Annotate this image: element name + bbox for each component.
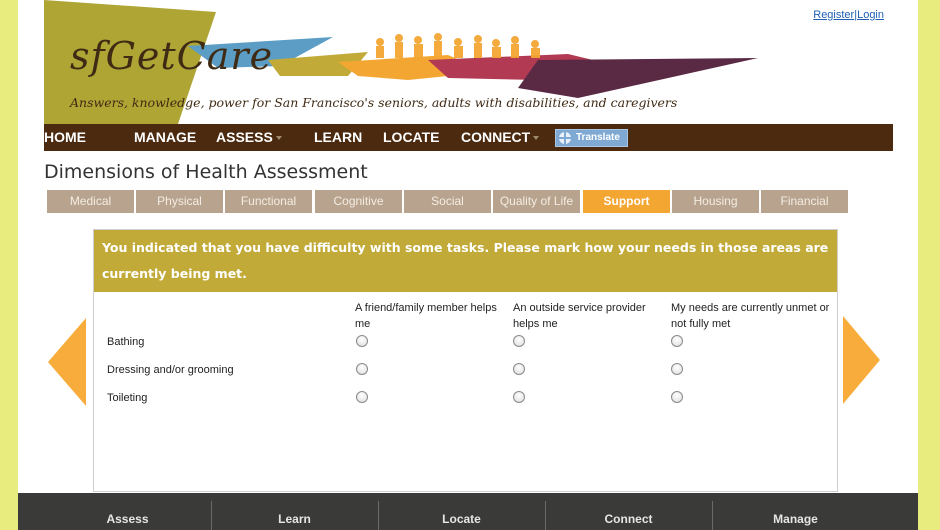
footer-connect[interactable]: Connect xyxy=(545,493,712,530)
tab-support[interactable]: Support xyxy=(583,190,670,213)
tab-medical[interactable]: Medical xyxy=(47,190,134,213)
radio-bathing-friend[interactable] xyxy=(356,335,368,347)
nav-learn-label: LEARN xyxy=(314,129,363,145)
header-banner: sfGetCare Answers, knowledge, power for … xyxy=(18,0,918,124)
next-arrow-icon[interactable] xyxy=(843,316,880,404)
column-header-provider: An outside service provider helps me xyxy=(513,302,646,330)
translate-button[interactable]: Translate xyxy=(555,129,628,147)
nav-home[interactable]: HOME xyxy=(44,124,86,151)
footer-learn[interactable]: Learn xyxy=(211,493,378,530)
nav-locate-label: LOCATE xyxy=(383,129,440,145)
column-header-friend: A friend/family member helps me xyxy=(355,302,497,330)
tab-social[interactable]: Social xyxy=(404,190,491,213)
nav-home-label: HOME xyxy=(44,129,86,145)
register-link[interactable]: Register xyxy=(813,9,854,21)
nav-assess-label: ASSESS xyxy=(216,129,273,145)
support-panel: You indicated that you have difficulty w… xyxy=(93,229,838,492)
footer-manage[interactable]: Manage xyxy=(712,493,879,530)
auth-links: Register|Login xyxy=(813,9,884,21)
row-label-dressing: Dressing and/or grooming xyxy=(107,364,234,376)
nav-connect-label: CONNECT xyxy=(461,129,531,145)
footer-nav: Assess Learn Locate Connect Manage xyxy=(18,493,918,530)
nav-assess[interactable]: ASSESS xyxy=(216,124,282,151)
main-nav: HOME MANAGE ASSESS LEARN LOCATE CONNECT … xyxy=(44,124,893,151)
radio-bathing-provider[interactable] xyxy=(513,335,525,347)
nav-learn[interactable]: LEARN xyxy=(314,124,362,151)
nav-connect[interactable]: CONNECT xyxy=(461,124,540,151)
footer-assess[interactable]: Assess xyxy=(44,493,211,530)
login-link[interactable]: Login xyxy=(857,9,884,21)
radio-dressing-unmet[interactable] xyxy=(671,363,683,375)
chevron-down-icon xyxy=(533,136,540,141)
radio-toileting-provider[interactable] xyxy=(513,391,525,403)
row-label-toileting: Toileting xyxy=(107,392,148,404)
nav-locate[interactable]: LOCATE xyxy=(383,124,440,151)
tab-functional[interactable]: Functional xyxy=(225,190,312,213)
radio-bathing-unmet[interactable] xyxy=(671,335,683,347)
tab-physical[interactable]: Physical xyxy=(136,190,223,213)
translate-label: Translate xyxy=(576,132,620,143)
site-logo[interactable]: sfGetCare xyxy=(70,34,273,78)
page: sfGetCare Answers, knowledge, power for … xyxy=(18,0,918,530)
radio-dressing-provider[interactable] xyxy=(513,363,525,375)
radio-toileting-unmet[interactable] xyxy=(671,391,683,403)
row-label-bathing: Bathing xyxy=(107,336,145,348)
site-tagline: Answers, knowledge, power for San Franci… xyxy=(70,95,678,110)
previous-arrow-icon[interactable] xyxy=(48,318,86,406)
column-header-unmet: My needs are currently unmet or not full… xyxy=(671,302,830,330)
tab-quality-of-life[interactable]: Quality of Life xyxy=(493,190,580,213)
nav-manage[interactable]: MANAGE xyxy=(134,124,196,151)
tab-cognitive[interactable]: Cognitive xyxy=(315,190,402,213)
page-title: Dimensions of Health Assessment xyxy=(44,161,368,183)
nav-manage-label: MANAGE xyxy=(134,129,197,145)
tab-financial[interactable]: Financial xyxy=(761,190,848,213)
radio-toileting-friend[interactable] xyxy=(356,391,368,403)
tab-housing[interactable]: Housing xyxy=(672,190,759,213)
radio-dressing-friend[interactable] xyxy=(356,363,368,375)
globe-icon xyxy=(559,132,571,144)
panel-prompt: You indicated that you have difficulty w… xyxy=(94,230,837,292)
footer-locate[interactable]: Locate xyxy=(378,493,545,530)
chevron-down-icon xyxy=(275,136,282,141)
